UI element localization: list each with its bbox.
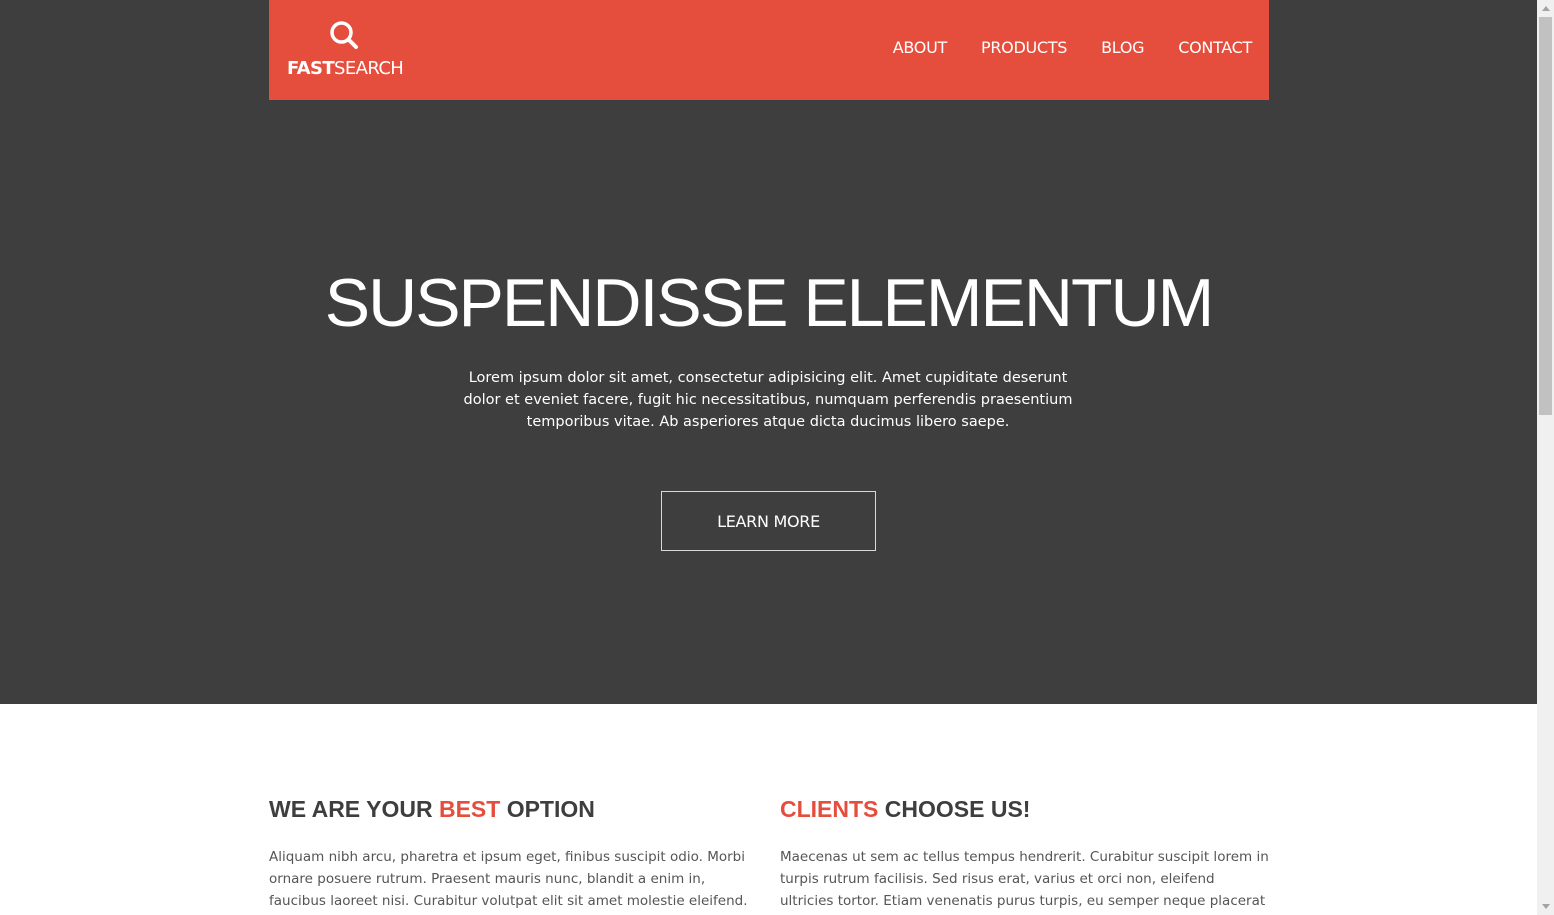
nav-products[interactable]: PRODUCTS — [981, 38, 1067, 57]
feature-clients: CLIENTS CHOOSE US! Maecenas ut sem ac te… — [780, 796, 1270, 915]
hero-section: FASTSEARCH ABOUT PRODUCTS BLOG CONTACT S… — [0, 0, 1537, 704]
feature-best-option: WE ARE YOUR BEST OPTION Aliquam nibh arc… — [269, 796, 759, 915]
nav-blog[interactable]: BLOG — [1101, 38, 1144, 57]
site-header: FASTSEARCH ABOUT PRODUCTS BLOG CONTACT — [269, 0, 1269, 100]
feature-clients-title-post: CHOOSE US! — [878, 796, 1031, 822]
feature-clients-title-accent: CLIENTS — [780, 796, 879, 822]
feature-best-option-title-pre: WE ARE YOUR — [269, 796, 439, 822]
hero-title: SUSPENDISSE ELEMENTUM — [324, 265, 1215, 341]
vertical-scrollbar[interactable] — [1537, 0, 1554, 915]
feature-best-option-title-post: OPTION — [500, 796, 595, 822]
logo-text-bold: FAST — [287, 58, 335, 79]
scroll-down-arrow-icon[interactable] — [1537, 898, 1554, 915]
logo-text: FASTSEARCH — [287, 58, 404, 79]
main-nav: ABOUT PRODUCTS BLOG CONTACT — [893, 38, 1253, 57]
scroll-up-arrow-icon[interactable] — [1537, 0, 1554, 17]
nav-contact[interactable]: CONTACT — [1178, 38, 1252, 57]
learn-more-button[interactable]: LEARN MORE — [661, 491, 876, 551]
feature-best-option-title: WE ARE YOUR BEST OPTION — [269, 796, 759, 826]
feature-best-option-title-accent: BEST — [438, 796, 501, 822]
page: FASTSEARCH ABOUT PRODUCTS BLOG CONTACT S… — [0, 0, 1537, 915]
logo-link[interactable]: FASTSEARCH — [287, 18, 404, 84]
feature-clients-text: Maecenas ut sem ac tellus tempus hendrer… — [780, 849, 1269, 909]
nav-about[interactable]: ABOUT — [893, 38, 948, 57]
features-section: WE ARE YOUR BEST OPTION Aliquam nibh arc… — [0, 704, 1537, 915]
scrollbar-thumb[interactable] — [1539, 17, 1552, 415]
search-icon — [330, 21, 358, 49]
feature-clients-title: CLIENTS CHOOSE US! — [780, 796, 1270, 826]
hero-description: Lorem ipsum dolor sit amet, consectetur … — [463, 370, 1073, 430]
feature-best-option-text: Aliquam nibh arcu, pharetra et ipsum ege… — [269, 849, 748, 909]
logo-text-light: SEARCH — [334, 58, 404, 79]
